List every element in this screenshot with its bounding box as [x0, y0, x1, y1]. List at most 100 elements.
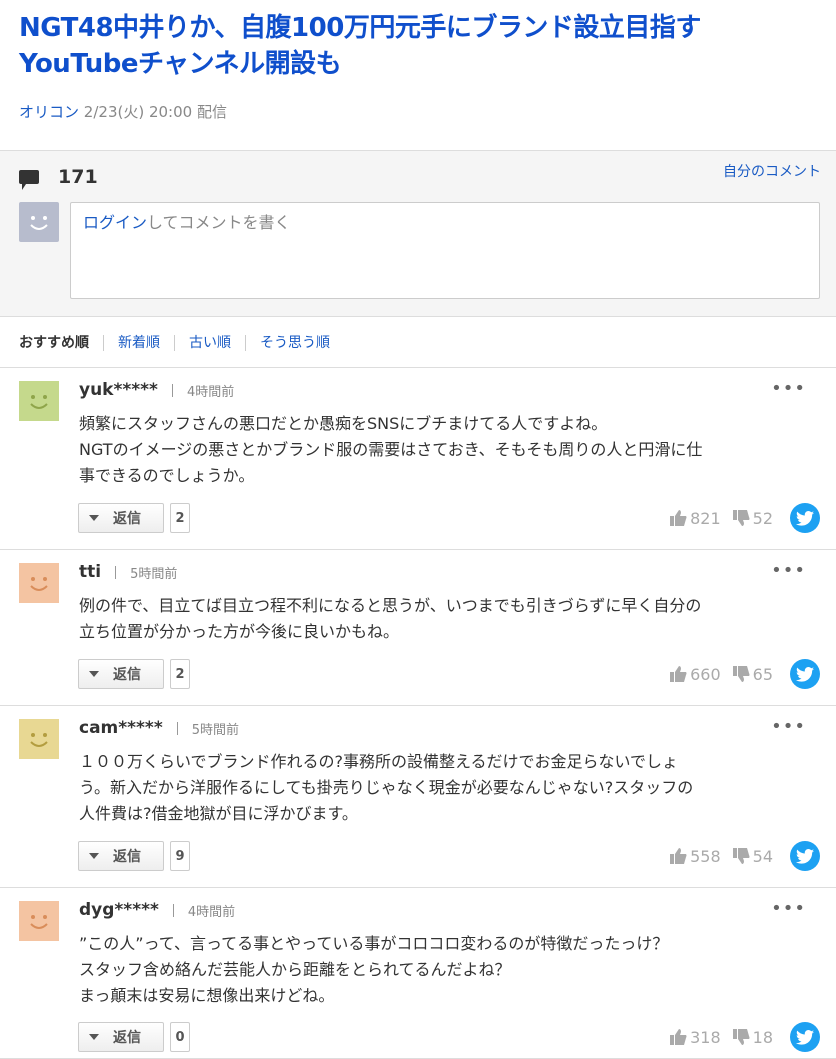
twitter-bird-icon — [796, 848, 814, 864]
thumbs-down-icon — [732, 1029, 750, 1045]
article-meta: オリコン 2/23(火) 20:00 配信 — [19, 101, 227, 122]
comment-body: 頻繁にスタッフさんの悪口だとか愚痴をSNSにブチまけてる人ですよね。 NGTのイメ… — [79, 411, 819, 489]
dislike-button[interactable]: 54 — [732, 847, 773, 866]
comment-line: 例の件で、目立てば目立つ程不利になると思うが、いつまでも引きづらずに早く自分の — [79, 596, 702, 615]
comment-time: 4時間前 — [187, 904, 236, 920]
reply-group: 返信 2 — [78, 659, 190, 689]
header-divider — [176, 721, 178, 735]
dislike-count: 18 — [752, 1027, 773, 1047]
caret-down-icon — [89, 853, 99, 859]
twitter-bird-icon — [796, 666, 814, 682]
comment-line: ”この人”って、言ってる事とやっている事がコロコロ変わるのが特徴だったっけ？ — [79, 934, 669, 953]
reply-count: 2 — [170, 659, 190, 689]
comment-bubble-icon — [19, 170, 39, 190]
more-options-icon[interactable]: ••• — [771, 716, 806, 737]
reply-group: 返信 2 — [78, 503, 190, 533]
more-options-icon[interactable]: ••• — [771, 560, 806, 581]
reply-button[interactable]: 返信 — [78, 1022, 164, 1052]
smiley-icon — [19, 901, 59, 941]
article-title: NGT48中井りか、自腹100万円元手にブランド設立目指す YouTubeチャン… — [19, 10, 819, 82]
smiley-icon — [19, 719, 59, 759]
comment-line: １００万くらいでブランド作れるの?事務所の設備整えるだけでお金足らないでしょ — [79, 752, 679, 771]
twitter-share-button[interactable] — [790, 659, 820, 689]
user-avatar[interactable] — [19, 381, 59, 421]
dislike-button[interactable]: 65 — [732, 664, 773, 684]
twitter-bird-icon — [796, 1029, 814, 1045]
reply-count: 2 — [170, 503, 190, 533]
dislike-button[interactable]: 18 — [732, 1027, 773, 1047]
sort-tabs: おすすめ順 新着順 古い順 そう思う順 — [0, 318, 836, 368]
like-button[interactable]: 660 — [670, 665, 721, 684]
comment-count: 171 — [58, 166, 98, 188]
article-datetime: 2/23(火) 20:00 — [83, 103, 193, 121]
comment-input[interactable]: ログインしてコメントを書く — [70, 202, 820, 299]
comment-line: 頻繁にスタッフさんの悪口だとか愚痴をSNSにブチまけてる人ですよね。 — [79, 414, 608, 433]
reply-button[interactable]: 返信 — [78, 841, 164, 871]
thumbs-down-icon — [732, 510, 750, 526]
twitter-share-button[interactable] — [790, 503, 820, 533]
twitter-bird-icon — [796, 510, 814, 526]
comment-body: 例の件で、目立てば目立つ程不利になると思うが、いつまでも引きづらずに早く自分の立… — [79, 593, 819, 645]
vote-group: 660 65 — [658, 659, 820, 689]
comment-header: tti 5時間前 — [79, 562, 177, 582]
login-link[interactable]: ログイン — [83, 213, 147, 232]
thumbs-up-icon — [670, 666, 687, 682]
comment-body: ”この人”って、言ってる事とやっている事がコロコロ変わるのが特徴だったっけ？ スタ… — [79, 931, 819, 1009]
article-title-line2: YouTubeチャンネル開設も — [19, 49, 342, 79]
like-button[interactable]: 821 — [670, 509, 721, 528]
like-count: 318 — [690, 1027, 721, 1047]
sort-newest[interactable]: 新着順 — [103, 334, 174, 351]
sort-agree[interactable]: そう思う順 — [245, 334, 344, 351]
comment-item: tti 5時間前 ••• 例の件で、目立てば目立つ程不利になると思うが、いつまで… — [0, 550, 836, 706]
more-options-icon[interactable]: ••• — [771, 898, 806, 919]
comment-line: 事できるのでしょうか。 — [79, 466, 255, 485]
comment-line: う。新入だから洋服作るにしても掛売りじゃなく現金が必要なんじゃない?スタッフの — [79, 778, 694, 797]
vote-group: 318 18 — [658, 1022, 820, 1052]
comment-username[interactable]: dyg***** — [79, 900, 159, 920]
article-source-link[interactable]: オリコン — [19, 103, 79, 121]
header-divider — [115, 565, 117, 579]
like-count: 660 — [690, 664, 721, 684]
my-comments-link[interactable]: 自分のコメント — [723, 161, 821, 181]
like-button[interactable]: 318 — [670, 1028, 721, 1047]
user-avatar[interactable] — [19, 563, 59, 603]
user-avatar[interactable] — [19, 901, 59, 941]
sort-recommended[interactable]: おすすめ順 — [19, 335, 103, 351]
comment-time: 5時間前 — [191, 722, 239, 738]
reply-button[interactable]: 返信 — [78, 503, 164, 533]
reply-label: 返信 — [113, 511, 141, 527]
comment-username[interactable]: yuk***** — [79, 380, 158, 400]
comment-compose-area: 171 自分のコメント ログインしてコメントを書く — [0, 150, 836, 317]
reply-button[interactable]: 返信 — [78, 659, 164, 689]
comment-username[interactable]: tti — [79, 562, 101, 582]
caret-down-icon — [89, 515, 99, 521]
comment-line: NGTのイメージの悪さとかブランド服の需要はさておき、そもそも周りの人と円滑に仕 — [79, 440, 703, 459]
vote-group: 821 52 — [658, 503, 820, 533]
user-avatar[interactable] — [19, 719, 59, 759]
comment-username[interactable]: cam***** — [79, 718, 163, 738]
like-count: 558 — [690, 846, 721, 866]
dislike-count: 65 — [752, 664, 773, 684]
reply-label: 返信 — [113, 667, 141, 683]
vote-group: 558 54 — [658, 841, 820, 871]
thumbs-up-icon — [670, 1029, 687, 1045]
like-count: 821 — [690, 508, 721, 528]
thumbs-down-icon — [732, 666, 750, 682]
thumbs-up-icon — [670, 848, 687, 864]
comment-header: cam***** 5時間前 — [79, 718, 239, 738]
twitter-share-button[interactable] — [790, 841, 820, 871]
reply-count: 9 — [170, 841, 190, 871]
comment-line: まっ顛末は安易に想像出来けどね。 — [79, 986, 335, 1005]
smiley-icon — [19, 563, 59, 603]
article-title-line1: NGT48中井りか、自腹100万円元手にブランド設立目指す — [19, 13, 701, 43]
more-options-icon[interactable]: ••• — [771, 378, 806, 399]
comment-input-placeholder: してコメントを書く — [147, 213, 291, 232]
sort-oldest[interactable]: 古い順 — [174, 334, 245, 351]
smiley-icon — [30, 216, 48, 230]
comment-item: dyg***** 4時間前 ••• ”この人”って、言ってる事とやっている事がコ… — [0, 888, 836, 1059]
dislike-button[interactable]: 52 — [732, 509, 773, 528]
comment-time: 5時間前 — [130, 566, 178, 582]
like-button[interactable]: 558 — [670, 847, 721, 866]
thumbs-down-icon — [732, 848, 750, 864]
twitter-share-button[interactable] — [790, 1022, 820, 1052]
